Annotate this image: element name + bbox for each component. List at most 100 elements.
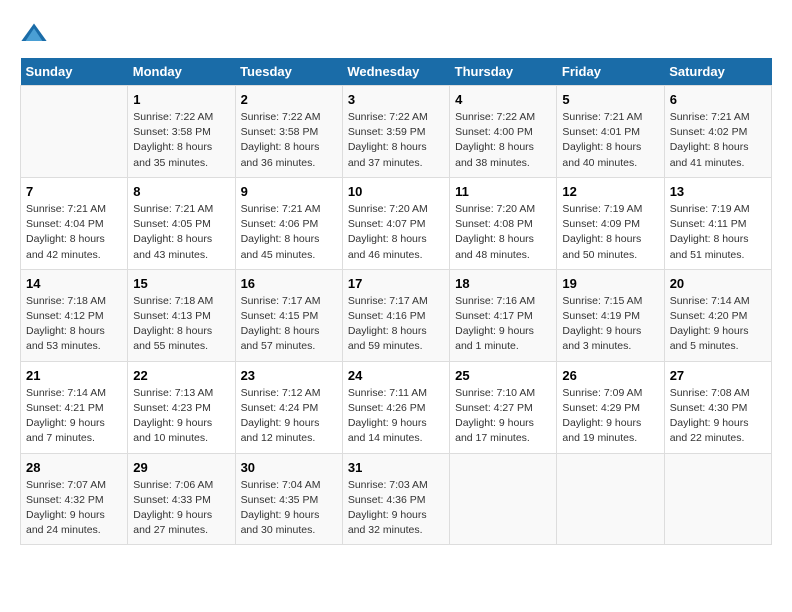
calendar-cell: 4Sunrise: 7:22 AMSunset: 4:00 PMDaylight…: [450, 86, 557, 178]
day-info: Sunrise: 7:09 AMSunset: 4:29 PMDaylight:…: [562, 386, 658, 447]
calendar-week-row: 28 Sunrise: 7:07 AMSunset: 4:32 PMDayligh…: [21, 453, 772, 545]
calendar-cell: 12 Sunrise: 7:19 AMSunset: 4:09 PMDayligh…: [557, 177, 664, 269]
day-info: Sunrise: 7:21 AMSunset: 4:01 PMDaylight:…: [562, 110, 658, 171]
weekday-header-sunday: Sunday: [21, 58, 128, 86]
calendar-cell: 5 Sunrise: 7:21 AMSunset: 4:01 PMDaylight…: [557, 86, 664, 178]
day-number: 5: [562, 92, 658, 107]
calendar-cell: 7 Sunrise: 7:21 AMSunset: 4:04 PMDaylight…: [21, 177, 128, 269]
day-number: 15: [133, 276, 229, 291]
calendar-cell: 28 Sunrise: 7:07 AMSunset: 4:32 PMDayligh…: [21, 453, 128, 545]
day-number: 30: [241, 460, 337, 475]
day-info: Sunrise: 7:10 AMSunset: 4:27 PMDaylight:…: [455, 386, 551, 447]
calendar-cell: 8 Sunrise: 7:21 AMSunset: 4:05 PMDaylight…: [128, 177, 235, 269]
day-number: 25: [455, 368, 551, 383]
logo: [20, 20, 52, 48]
calendar-cell: 10 Sunrise: 7:20 AMSunset: 4:07 PMDayligh…: [342, 177, 449, 269]
calendar-cell: 13Sunrise: 7:19 AMSunset: 4:11 PMDayligh…: [664, 177, 771, 269]
day-info: Sunrise: 7:17 AMSunset: 4:15 PMDaylight:…: [241, 294, 337, 355]
day-info: Sunrise: 7:18 AMSunset: 4:12 PMDaylight:…: [26, 294, 122, 355]
calendar-week-row: 14 Sunrise: 7:18 AMSunset: 4:12 PMDayligh…: [21, 269, 772, 361]
calendar-cell: 6Sunrise: 7:21 AMSunset: 4:02 PMDaylight…: [664, 86, 771, 178]
calendar-cell: 1Sunrise: 7:22 AMSunset: 3:58 PMDaylight…: [128, 86, 235, 178]
weekday-header-tuesday: Tuesday: [235, 58, 342, 86]
weekday-header-friday: Friday: [557, 58, 664, 86]
day-info: Sunrise: 7:06 AMSunset: 4:33 PMDaylight:…: [133, 478, 229, 539]
calendar-cell: 24 Sunrise: 7:11 AMSunset: 4:26 PMDayligh…: [342, 361, 449, 453]
day-number: 16: [241, 276, 337, 291]
day-number: 17: [348, 276, 444, 291]
calendar-cell: 25 Sunrise: 7:10 AMSunset: 4:27 PMDayligh…: [450, 361, 557, 453]
day-number: 21: [26, 368, 122, 383]
calendar-cell: 9 Sunrise: 7:21 AMSunset: 4:06 PMDaylight…: [235, 177, 342, 269]
day-number: 11: [455, 184, 551, 199]
calendar-week-row: 21Sunrise: 7:14 AMSunset: 4:21 PMDayligh…: [21, 361, 772, 453]
page-header: [20, 20, 772, 48]
day-number: 6: [670, 92, 766, 107]
calendar-week-row: 1 Sunrise: 7:22 AMSunset: 3:58 PMDaylight…: [21, 86, 772, 178]
day-number: 10: [348, 184, 444, 199]
calendar-cell: 17 Sunrise: 7:17 AMSunset: 4:16 PMDayligh…: [342, 269, 449, 361]
day-info: Sunrise: 7:20 AMSunset: 4:08 PMDaylight:…: [455, 202, 551, 263]
day-number: 26: [562, 368, 658, 383]
calendar-cell: 14 Sunrise: 7:18 AMSunset: 4:12 PMDayligh…: [21, 269, 128, 361]
calendar-cell: 29 Sunrise: 7:06 AMSunset: 4:33 PMDayligh…: [128, 453, 235, 545]
calendar-cell: [21, 86, 128, 178]
day-info: Sunrise: 7:03 AMSunset: 4:36 PMDaylight:…: [348, 478, 444, 539]
calendar-cell: 11 Sunrise: 7:20 AMSunset: 4:08 PMDayligh…: [450, 177, 557, 269]
calendar-table: SundayMondayTuesdayWednesdayThursdayFrid…: [20, 58, 772, 545]
calendar-cell: 31Sunrise: 7:03 AMSunset: 4:36 PMDayligh…: [342, 453, 449, 545]
day-info: Sunrise: 7:21 AMSunset: 4:04 PMDaylight:…: [26, 202, 122, 263]
day-number: 28: [26, 460, 122, 475]
calendar-week-row: 7 Sunrise: 7:21 AMSunset: 4:04 PMDaylight…: [21, 177, 772, 269]
day-number: 20: [670, 276, 766, 291]
day-number: 8: [133, 184, 229, 199]
calendar-cell: 30 Sunrise: 7:04 AMSunset: 4:35 PMDayligh…: [235, 453, 342, 545]
day-info: Sunrise: 7:17 AMSunset: 4:16 PMDaylight:…: [348, 294, 444, 355]
day-number: 12: [562, 184, 658, 199]
day-info: Sunrise: 7:04 AMSunset: 4:35 PMDaylight:…: [241, 478, 337, 539]
weekday-header-saturday: Saturday: [664, 58, 771, 86]
day-number: 14: [26, 276, 122, 291]
day-info: Sunrise: 7:22 AMSunset: 3:58 PMDaylight:…: [241, 110, 337, 171]
day-info: Sunrise: 7:21 AMSunset: 4:06 PMDaylight:…: [241, 202, 337, 263]
day-number: 9: [241, 184, 337, 199]
day-info: Sunrise: 7:12 AMSunset: 4:24 PMDaylight:…: [241, 386, 337, 447]
day-info: Sunrise: 7:07 AMSunset: 4:32 PMDaylight:…: [26, 478, 122, 539]
day-number: 4: [455, 92, 551, 107]
calendar-cell: 15 Sunrise: 7:18 AMSunset: 4:13 PMDayligh…: [128, 269, 235, 361]
day-number: 3: [348, 92, 444, 107]
day-number: 29: [133, 460, 229, 475]
calendar-cell: 2 Sunrise: 7:22 AMSunset: 3:58 PMDaylight…: [235, 86, 342, 178]
calendar-cell: 26 Sunrise: 7:09 AMSunset: 4:29 PMDayligh…: [557, 361, 664, 453]
day-info: Sunrise: 7:19 AMSunset: 4:09 PMDaylight:…: [562, 202, 658, 263]
calendar-cell: 20 Sunrise: 7:14 AMSunset: 4:20 PMDayligh…: [664, 269, 771, 361]
day-number: 24: [348, 368, 444, 383]
weekday-header-monday: Monday: [128, 58, 235, 86]
calendar-cell: 16 Sunrise: 7:17 AMSunset: 4:15 PMDayligh…: [235, 269, 342, 361]
day-number: 27: [670, 368, 766, 383]
day-info: Sunrise: 7:20 AMSunset: 4:07 PMDaylight:…: [348, 202, 444, 263]
day-number: 2: [241, 92, 337, 107]
calendar-cell: 3 Sunrise: 7:22 AMSunset: 3:59 PMDaylight…: [342, 86, 449, 178]
day-info: Sunrise: 7:15 AMSunset: 4:19 PMDaylight:…: [562, 294, 658, 355]
day-info: Sunrise: 7:16 AMSunset: 4:17 PMDaylight:…: [455, 294, 551, 355]
day-info: Sunrise: 7:11 AMSunset: 4:26 PMDaylight:…: [348, 386, 444, 447]
day-info: Sunrise: 7:21 AMSunset: 4:05 PMDaylight:…: [133, 202, 229, 263]
day-info: Sunrise: 7:22 AMSunset: 3:59 PMDaylight:…: [348, 110, 444, 171]
weekday-header-thursday: Thursday: [450, 58, 557, 86]
day-info: Sunrise: 7:18 AMSunset: 4:13 PMDaylight:…: [133, 294, 229, 355]
calendar-cell: 22 Sunrise: 7:13 AMSunset: 4:23 PMDayligh…: [128, 361, 235, 453]
calendar-cell: 19Sunrise: 7:15 AMSunset: 4:19 PMDayligh…: [557, 269, 664, 361]
calendar-cell: 23 Sunrise: 7:12 AMSunset: 4:24 PMDayligh…: [235, 361, 342, 453]
day-info: Sunrise: 7:14 AMSunset: 4:20 PMDaylight:…: [670, 294, 766, 355]
day-info: Sunrise: 7:13 AMSunset: 4:23 PMDaylight:…: [133, 386, 229, 447]
day-number: 7: [26, 184, 122, 199]
day-number: 1: [133, 92, 229, 107]
calendar-cell: [664, 453, 771, 545]
day-number: 18: [455, 276, 551, 291]
calendar-cell: [557, 453, 664, 545]
calendar-cell: 27Sunrise: 7:08 AMSunset: 4:30 PMDayligh…: [664, 361, 771, 453]
calendar-cell: [450, 453, 557, 545]
day-number: 23: [241, 368, 337, 383]
day-number: 22: [133, 368, 229, 383]
